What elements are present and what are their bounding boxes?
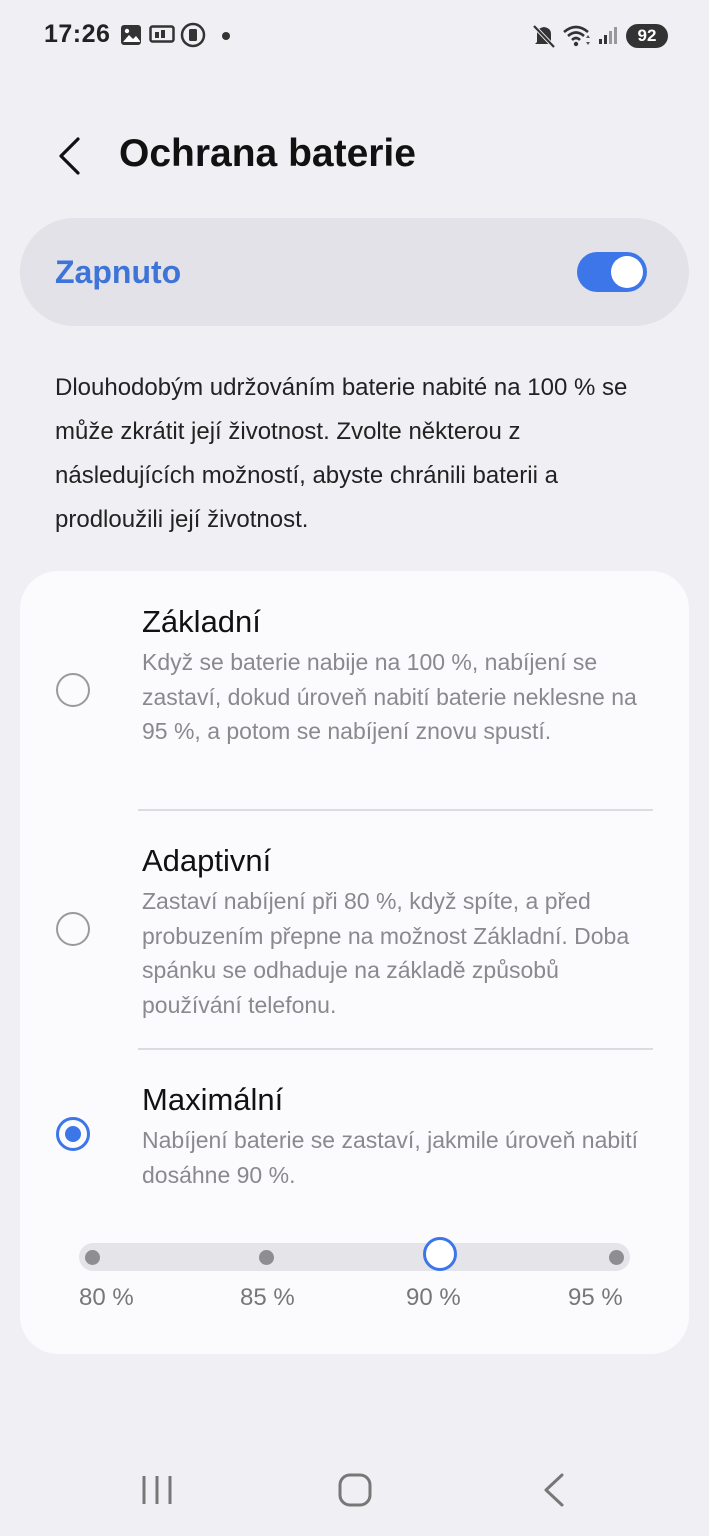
- master-switch-card[interactable]: Zapnuto: [20, 218, 689, 326]
- option-description: Nabíjení baterie se zastaví, jakmile úro…: [142, 1127, 639, 1188]
- home-icon: [338, 1473, 372, 1507]
- chevron-left-icon: [59, 137, 80, 175]
- home-button[interactable]: [320, 1462, 390, 1518]
- option-adaptive[interactable]: Adaptivní Zastaví nabíjení při 80 %, kdy…: [20, 810, 689, 1048]
- gallery-icon: [121, 25, 141, 45]
- status-time: 17:26: [44, 20, 111, 48]
- option-maximum[interactable]: Maximální Nabíjení baterie se zastaví, j…: [20, 1049, 689, 1214]
- option-title: Adaptivní: [142, 843, 272, 878]
- options-card: Základní Když se baterie nabije na 100 %…: [20, 571, 689, 1354]
- signal-icon: [599, 27, 617, 44]
- slider-label-80: 80 %: [79, 1284, 134, 1311]
- master-switch-label: Zapnuto: [55, 254, 182, 290]
- vibrate-icon: [180, 22, 206, 48]
- option-description: Zastaví nabíjení při 80 %, když spíte, a…: [142, 888, 630, 1018]
- nav-back-button[interactable]: [518, 1462, 588, 1518]
- description-text: Dlouhodobým udržováním baterie nabité na…: [55, 374, 628, 533]
- back-button[interactable]: [48, 128, 96, 184]
- option-title: Maximální: [142, 1082, 284, 1117]
- option-description: Když se baterie nabije na 100 %, nabíjen…: [142, 649, 637, 744]
- cast-icon: [149, 25, 175, 43]
- toggle-knob: [611, 256, 643, 288]
- charge-limit-slider[interactable]: [79, 1237, 630, 1271]
- slider-stop-85: [259, 1250, 274, 1265]
- slider-label-95: 95 %: [568, 1284, 623, 1311]
- slider-label-90: 90 %: [406, 1284, 461, 1311]
- radio-basic[interactable]: [56, 673, 90, 707]
- radio-maximum[interactable]: [56, 1117, 90, 1151]
- master-toggle[interactable]: [577, 252, 647, 292]
- slider-stop-80: [85, 1250, 100, 1265]
- option-title: Základní: [142, 604, 261, 639]
- mute-icon: [532, 24, 556, 49]
- slider-label-85: 85 %: [240, 1284, 295, 1311]
- recent-apps-button[interactable]: [122, 1462, 192, 1518]
- slider-thumb[interactable]: [423, 1237, 457, 1271]
- slider-stop-95: [609, 1250, 624, 1265]
- status-bar: 17:26 92: [0, 0, 709, 72]
- dot-icon: [222, 32, 230, 40]
- page-title: Ochrana baterie: [119, 132, 416, 175]
- radio-adaptive[interactable]: [56, 912, 90, 946]
- wifi-icon: [563, 25, 590, 47]
- recent-apps-icon: [142, 1476, 172, 1504]
- battery-badge: 92: [626, 24, 668, 48]
- option-basic[interactable]: Základní Když se baterie nabije na 100 %…: [20, 571, 689, 809]
- back-icon: [544, 1473, 564, 1507]
